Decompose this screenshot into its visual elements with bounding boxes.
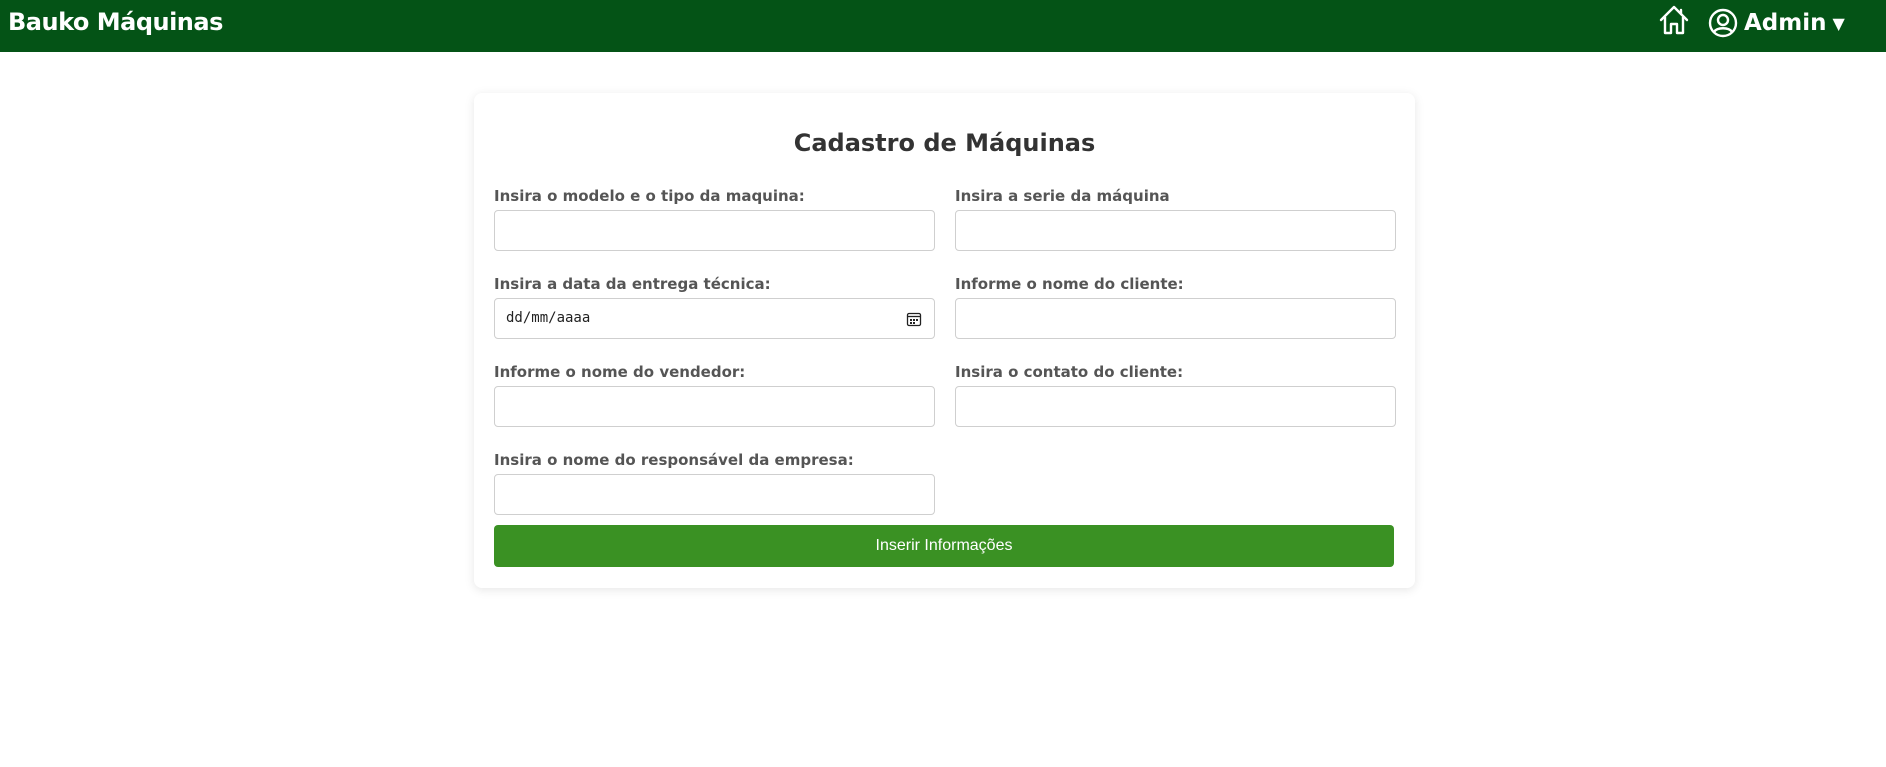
brand-logo[interactable]: Bauko Máquinas <box>8 8 223 36</box>
submit-button[interactable]: Inserir Informações <box>494 525 1394 567</box>
calendar-icon[interactable] <box>906 311 922 327</box>
client-contact-input[interactable] <box>955 386 1396 427</box>
home-button[interactable] <box>1656 2 1692 38</box>
model-type-label: Insira o modelo e o tipo da maquina: <box>494 187 805 205</box>
delivery-date-field: Insira a data da entrega técnica: dd/mm/… <box>494 274 935 339</box>
delivery-date-label: Insira a data da entrega técnica: <box>494 275 771 293</box>
seller-name-input[interactable] <box>494 386 935 427</box>
delivery-date-input[interactable]: dd/mm/aaaa <box>494 298 935 339</box>
home-icon <box>1659 5 1689 35</box>
serial-label: Insira a serie da máquina <box>955 187 1170 205</box>
model-type-field: Insira o modelo e o tipo da maquina: <box>494 186 935 251</box>
top-navbar: Bauko Máquinas Admin ▼ <box>0 0 1886 52</box>
client-name-field: Informe o nome do cliente: <box>955 274 1396 339</box>
client-contact-field: Insira o contato do cliente: <box>955 362 1396 427</box>
date-placeholder: dd/mm/aaaa <box>506 310 591 326</box>
company-responsible-input[interactable] <box>494 474 935 515</box>
seller-name-field: Informe o nome do vendedor: <box>494 362 935 427</box>
company-responsible-field: Insira o nome do responsável da empresa: <box>494 450 935 515</box>
seller-name-label: Informe o nome do vendedor: <box>494 363 746 381</box>
client-name-label: Informe o nome do cliente: <box>955 275 1184 293</box>
client-contact-label: Insira o contato do cliente: <box>955 363 1184 381</box>
chevron-down-icon: ▼ <box>1832 13 1845 33</box>
user-menu[interactable]: Admin ▼ <box>1708 7 1845 39</box>
serial-input[interactable] <box>955 210 1396 251</box>
serial-field: Insira a serie da máquina <box>955 186 1396 251</box>
user-circle-icon <box>1708 8 1738 38</box>
page-title: Cadastro de Máquinas <box>793 129 1096 157</box>
user-name: Admin <box>1744 10 1827 36</box>
company-responsible-label: Insira o nome do responsável da empresa: <box>494 451 854 469</box>
client-name-input[interactable] <box>955 298 1396 339</box>
model-type-input[interactable] <box>494 210 935 251</box>
machine-registration-card: Cadastro de Máquinas Insira o modelo e o… <box>474 93 1415 588</box>
